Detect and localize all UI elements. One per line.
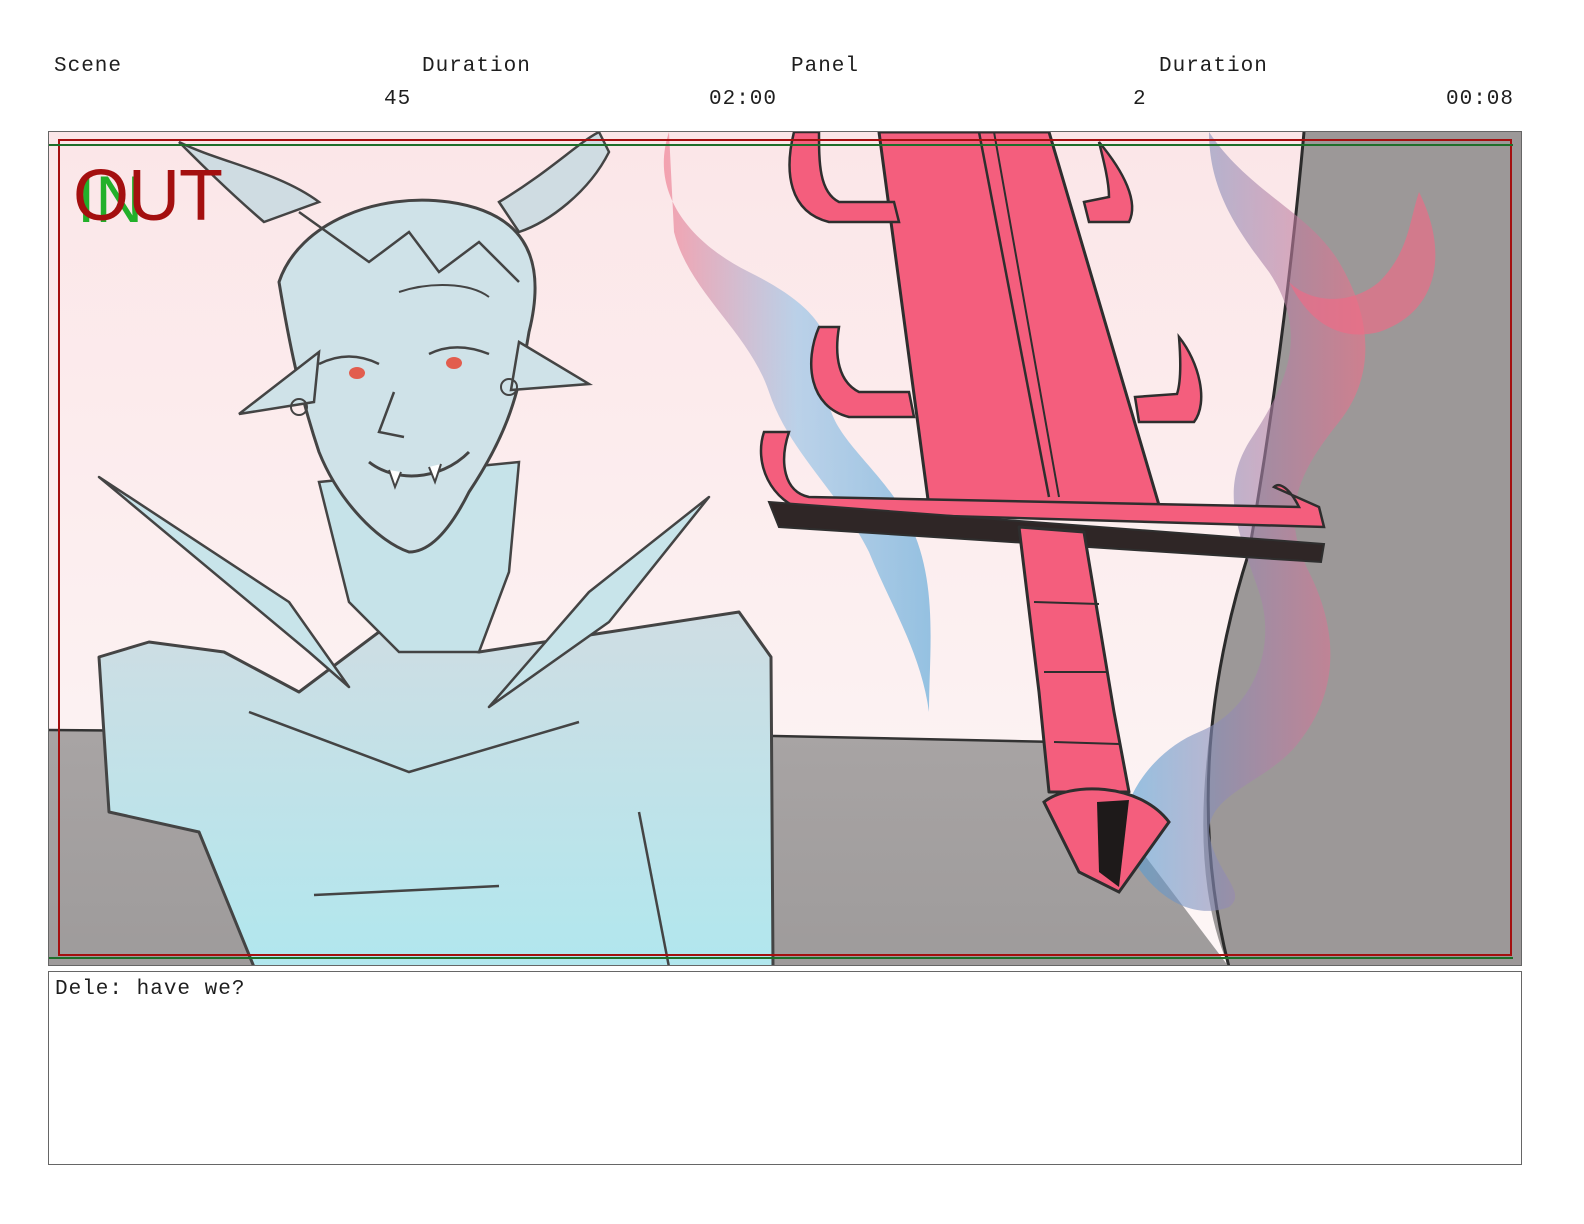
- panel-number: 2: [1133, 88, 1147, 111]
- dialogue-notes-box[interactable]: Dele: have we?: [48, 971, 1522, 1165]
- scene-label: Scene: [54, 55, 123, 78]
- panel-illustration: [49, 132, 1521, 965]
- storyboard-panel: IN OUT: [48, 131, 1522, 966]
- dialogue-text: Dele: have we?: [55, 978, 246, 1001]
- scene-duration-value: 02:00: [709, 88, 778, 111]
- scene-number: 45: [384, 88, 412, 111]
- scene-duration-label: Duration: [422, 55, 531, 78]
- in-out-marker: IN OUT: [73, 160, 243, 240]
- panel-label: Panel: [791, 55, 860, 78]
- out-marker: OUT: [73, 156, 223, 236]
- panel-duration-value: 00:08: [1446, 88, 1515, 111]
- panel-duration-label: Duration: [1159, 55, 1268, 78]
